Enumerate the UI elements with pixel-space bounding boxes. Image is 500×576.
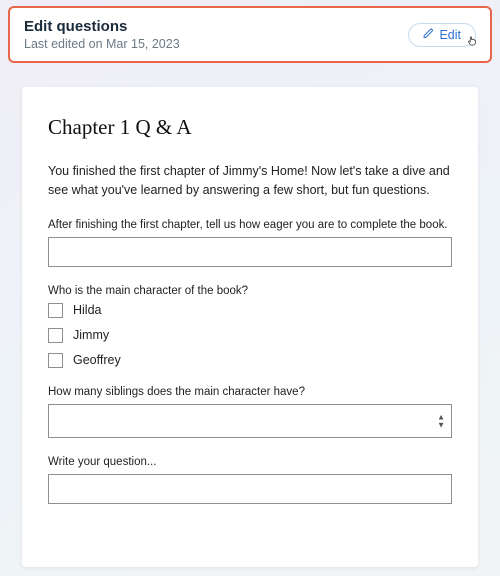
question-1-label: After finishing the first chapter, tell …: [48, 219, 452, 231]
last-edited-text: Last edited on Mar 15, 2023: [24, 37, 180, 51]
option-row: Geoffrey: [48, 353, 452, 368]
question-3-label: How many siblings does the main characte…: [48, 386, 452, 398]
question-4: Write your question...: [48, 456, 452, 504]
form-card: Chapter 1 Q & A You finished the first c…: [22, 87, 478, 567]
option-label: Hilda: [73, 303, 102, 317]
header-bar: Edit questions Last edited on Mar 15, 20…: [8, 6, 492, 63]
question-1-input[interactable]: [48, 237, 452, 267]
page-title: Edit questions: [24, 18, 180, 35]
checkbox-jimmy[interactable]: [48, 328, 63, 343]
cursor-hand-icon: [464, 35, 481, 52]
question-4-label: Write your question...: [48, 456, 452, 468]
edit-button[interactable]: Edit: [408, 23, 476, 47]
card-intro: You finished the first chapter of Jimmy'…: [48, 162, 452, 201]
card-title: Chapter 1 Q & A: [48, 115, 452, 140]
edit-button-label: Edit: [439, 28, 461, 42]
option-row: Jimmy: [48, 328, 452, 343]
select-wrap: ▲▼: [48, 404, 452, 438]
question-3: How many siblings does the main characte…: [48, 386, 452, 438]
question-2-label: Who is the main character of the book?: [48, 285, 452, 297]
question-3-select[interactable]: [48, 404, 452, 438]
option-row: Hilda: [48, 303, 452, 318]
checkbox-geoffrey[interactable]: [48, 353, 63, 368]
option-label: Geoffrey: [73, 353, 121, 367]
question-2: Who is the main character of the book? H…: [48, 285, 452, 368]
question-2-options: Hilda Jimmy Geoffrey: [48, 303, 452, 368]
option-label: Jimmy: [73, 328, 109, 342]
pencil-icon: [423, 28, 434, 42]
question-4-input[interactable]: [48, 474, 452, 504]
checkbox-hilda[interactable]: [48, 303, 63, 318]
header-left: Edit questions Last edited on Mar 15, 20…: [24, 18, 180, 51]
question-1: After finishing the first chapter, tell …: [48, 219, 452, 267]
